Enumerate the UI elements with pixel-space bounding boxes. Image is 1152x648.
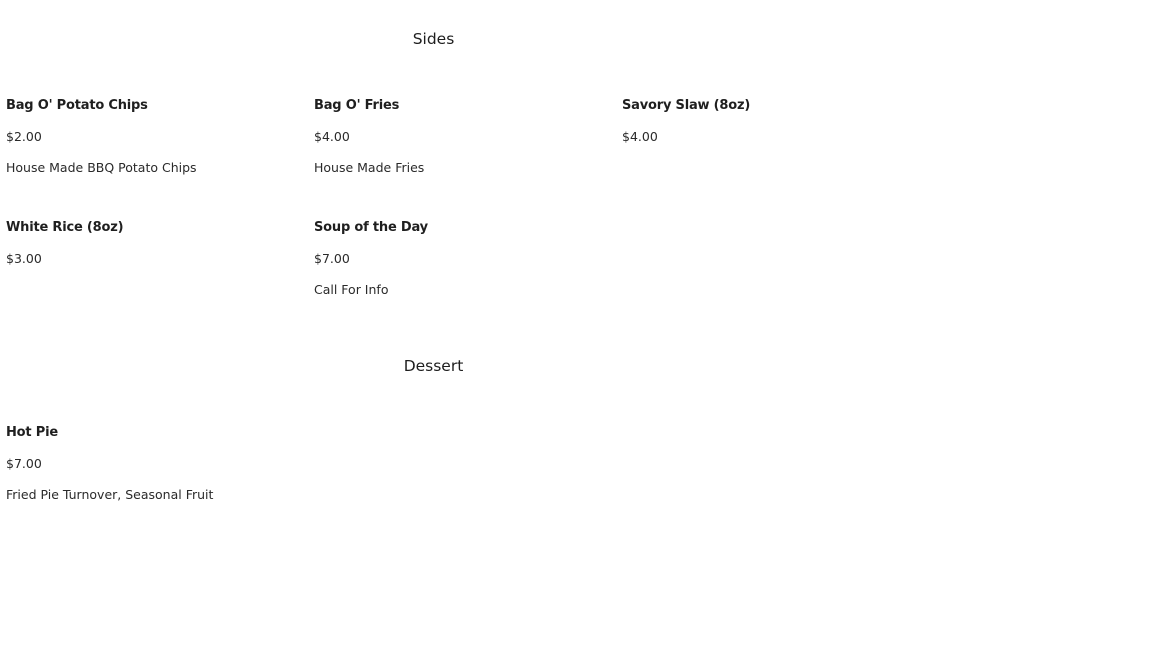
item-price: $4.00: [622, 129, 658, 144]
item-name: Bag O' Fries: [314, 98, 400, 113]
item-description: Call For Info: [314, 282, 389, 297]
item-description: Fried Pie Turnover, Seasonal Fruit: [6, 487, 214, 502]
section-title: Sides: [412, 30, 455, 48]
item-name: White Rice (8oz): [6, 220, 124, 235]
item-name: Bag O' Potato Chips: [6, 98, 148, 113]
item-price: $7.00: [6, 456, 42, 471]
section-title: Dessert: [403, 357, 464, 375]
item-description: House Made Fries: [314, 160, 425, 175]
item-price: $4.00: [314, 129, 350, 144]
item-name: Soup of the Day: [314, 220, 428, 235]
item-name: Hot Pie: [6, 425, 58, 440]
item-price: $3.00: [6, 251, 42, 266]
item-price: $2.00: [6, 129, 42, 144]
item-name: Savory Slaw (8oz): [622, 98, 751, 113]
item-description: House Made BBQ Potato Chips: [6, 160, 197, 175]
item-price: $7.00: [314, 251, 350, 266]
